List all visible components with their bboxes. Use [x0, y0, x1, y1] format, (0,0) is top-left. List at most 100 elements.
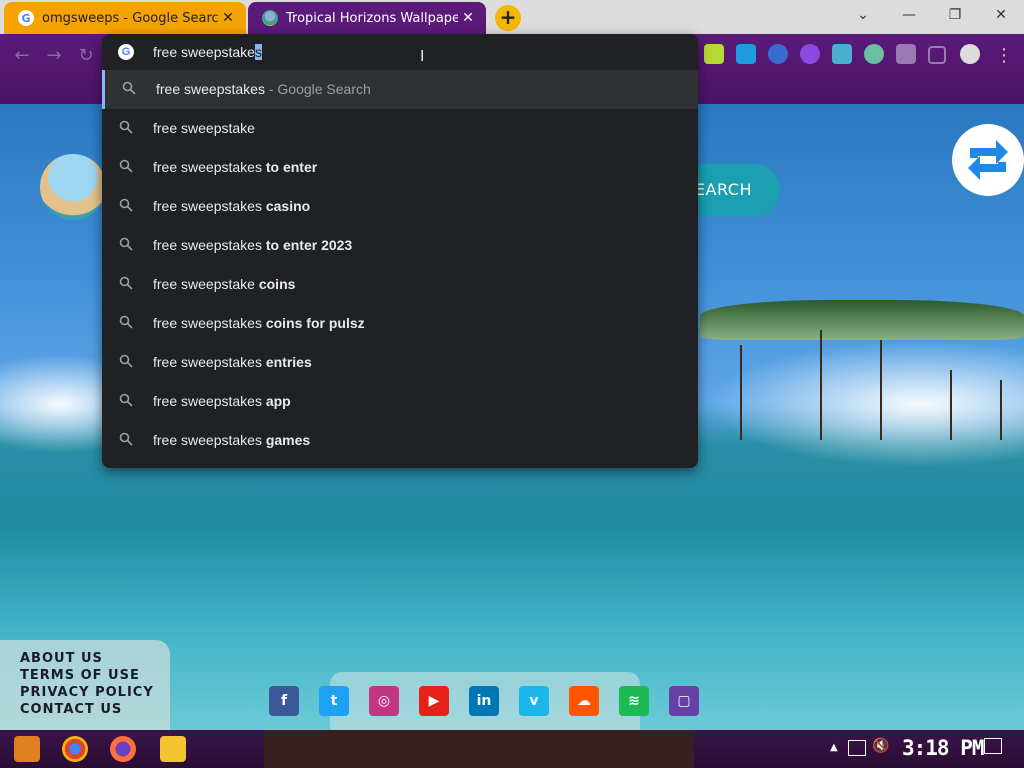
- suggestion-item[interactable]: free sweepstakes entries: [102, 343, 698, 382]
- terms-of-use-link[interactable]: TERMS OF USE: [20, 667, 170, 684]
- suggestion-typed: free sweepstakes: [153, 354, 262, 370]
- close-window-button[interactable]: ✕: [978, 0, 1024, 30]
- tab-close-icon[interactable]: ✕: [218, 10, 238, 26]
- tropical-island: [700, 300, 1024, 340]
- chrome-icon[interactable]: [62, 736, 88, 762]
- youtube-icon[interactable]: ▶: [419, 686, 449, 716]
- suggestion-item[interactable]: free sweepstakes app: [102, 382, 698, 421]
- reload-icon[interactable]: ↻: [72, 42, 100, 70]
- search-icon: [119, 315, 133, 329]
- tab-google-search[interactable]: G omgsweeps - Google Search ✕: [4, 2, 246, 34]
- profile-avatar[interactable]: [960, 44, 980, 64]
- back-icon[interactable]: ←: [8, 42, 36, 70]
- extension-b-icon[interactable]: [768, 44, 788, 64]
- spotify-icon[interactable]: ≋: [619, 686, 649, 716]
- side-panel-icon[interactable]: [928, 46, 946, 64]
- refresh-arrows-icon: [968, 140, 1008, 180]
- palm-tree: [740, 345, 742, 440]
- suggestion-typed: free sweepstakes: [153, 198, 262, 214]
- palm-tree: [820, 330, 822, 440]
- twitch-icon[interactable]: ▢: [669, 686, 699, 716]
- suggestion-item[interactable]: free sweepstake coins: [102, 265, 698, 304]
- suggestion-text: free sweepstakes coins for pulsz: [153, 315, 365, 331]
- suggestion-item[interactable]: free sweepstakes coins for pulsz: [102, 304, 698, 343]
- search-icon: [119, 120, 133, 134]
- tray-chevron-icon[interactable]: ▲: [830, 742, 838, 753]
- extension-purple-icon[interactable]: [800, 44, 820, 64]
- suggestion-completion: casino: [261, 198, 311, 214]
- notification-icon[interactable]: [984, 738, 1002, 754]
- network-icon[interactable]: [848, 740, 866, 756]
- privacy-policy-link[interactable]: PRIVACY POLICY: [20, 684, 170, 701]
- suggestion-text: free sweepstakes to enter: [153, 159, 317, 175]
- tab-tropical-horizons[interactable]: Tropical Horizons Wallpapers ✕: [248, 2, 486, 34]
- tab-search-icon[interactable]: ⌄: [840, 0, 886, 30]
- suggestion-item[interactable]: free sweepstake: [102, 109, 698, 148]
- taskbar: ▲ 🔇 3:18 PM: [0, 730, 1024, 768]
- instagram-icon[interactable]: ◎: [369, 686, 399, 716]
- omnibox-dropdown: G free sweepstakes I free sweepstakes - …: [102, 34, 698, 468]
- extension-globe-icon[interactable]: [864, 44, 884, 64]
- google-icon: G: [118, 44, 134, 60]
- suggestion-completion: games: [261, 432, 311, 448]
- suggestion-hint: - Google Search: [264, 81, 371, 97]
- search-icon: [119, 276, 133, 290]
- clock[interactable]: 3:18 PM: [902, 736, 985, 760]
- site-logo[interactable]: [40, 154, 106, 220]
- search-icon: [122, 81, 136, 95]
- linkedin-icon[interactable]: in: [469, 686, 499, 716]
- suggestion-item[interactable]: free sweepstakes games: [102, 421, 698, 460]
- restore-button[interactable]: ❐: [932, 0, 978, 30]
- typed-text: free sweepstake: [153, 44, 255, 60]
- tab-title: omgsweeps - Google Search: [42, 10, 218, 26]
- suggestion-completion: entries: [261, 354, 312, 370]
- suggestion-completion: app: [261, 393, 291, 409]
- suggestion-text: free sweepstake coins: [153, 276, 295, 292]
- text-cursor-icon: I: [420, 48, 425, 65]
- start-menu-icon[interactable]: [14, 736, 40, 762]
- tropical-icon: [262, 10, 278, 26]
- new-tab-button[interactable]: +: [495, 5, 521, 31]
- suggestion-typed: free sweepstakes: [153, 315, 262, 331]
- soundcloud-icon[interactable]: ☁: [569, 686, 599, 716]
- footer-links: ABOUT US TERMS OF USE PRIVACY POLICY CON…: [0, 640, 170, 730]
- menu-kebab-icon[interactable]: ⋮: [990, 42, 1018, 70]
- suggestion-item[interactable]: free sweepstakes casino: [102, 187, 698, 226]
- address-bar-input[interactable]: G free sweepstakes I: [102, 34, 698, 70]
- suggestion-text: free sweepstakes entries: [153, 354, 312, 370]
- suggestion-typed: free sweepstakes: [153, 159, 262, 175]
- palm-tree: [880, 340, 882, 440]
- forward-icon[interactable]: →: [40, 42, 68, 70]
- contact-us-link[interactable]: CONTACT US: [20, 701, 170, 718]
- suggestion-completion: to enter: [261, 159, 318, 175]
- extensions-puzzle-icon[interactable]: [896, 44, 916, 64]
- suggestion-completion: coins: [254, 276, 296, 292]
- twitter-icon[interactable]: t: [319, 686, 349, 716]
- extension-blue-icon[interactable]: [736, 44, 756, 64]
- tab-strip: G omgsweeps - Google Search ✕ Tropical H…: [0, 0, 1024, 34]
- suggestion-text: free sweepstakes app: [153, 393, 291, 409]
- taskbar-middle: [264, 730, 694, 768]
- suggestion-item[interactable]: free sweepstakes - Google Search: [102, 70, 698, 109]
- extension-game-icon[interactable]: [832, 44, 852, 64]
- about-us-link[interactable]: ABOUT US: [20, 650, 170, 667]
- minimize-button[interactable]: —: [886, 0, 932, 30]
- suggestion-item[interactable]: free sweepstakes to enter: [102, 148, 698, 187]
- extension-shopping-icon[interactable]: [704, 44, 724, 64]
- refresh-wallpaper-button[interactable]: [952, 124, 1024, 196]
- suggestion-typed: free sweepstake: [153, 276, 255, 292]
- autocomplete-selection: s: [254, 44, 262, 60]
- search-icon: [119, 393, 133, 407]
- palm-tree: [950, 370, 952, 440]
- volume-muted-icon[interactable]: 🔇: [872, 738, 889, 754]
- firefox-icon[interactable]: [110, 736, 136, 762]
- suggestion-item[interactable]: free sweepstakes to enter 2023: [102, 226, 698, 265]
- google-icon: G: [18, 10, 34, 26]
- tab-close-icon[interactable]: ✕: [458, 10, 478, 26]
- suggestion-typed: free sweepstakes: [156, 81, 265, 97]
- suggestion-typed: free sweepstakes: [153, 432, 262, 448]
- suggestion-text: free sweepstakes games: [153, 432, 310, 448]
- file-explorer-icon[interactable]: [160, 736, 186, 762]
- vimeo-icon[interactable]: v: [519, 686, 549, 716]
- facebook-icon[interactable]: f: [269, 686, 299, 716]
